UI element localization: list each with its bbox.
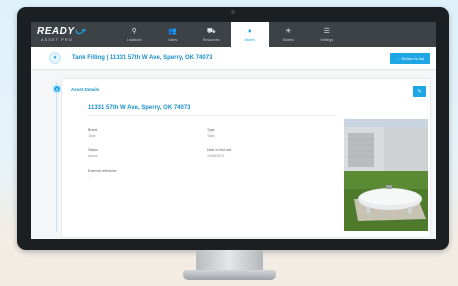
logo-swoosh-icon: ⤻ bbox=[74, 26, 86, 37]
app-screen: READY⤻ ASSET PRO ⚲ Locations 👥 Users ⛟ R… bbox=[31, 22, 436, 239]
type-value: Tank bbox=[207, 134, 215, 138]
type-label: Type bbox=[207, 128, 215, 132]
asset-photo-image bbox=[344, 119, 428, 231]
logo-subtitle: ASSET PRO bbox=[41, 37, 73, 42]
nav-item-locations[interactable]: ⚲ Locations bbox=[115, 22, 154, 47]
nav-item-resources[interactable]: ⛟ Resources bbox=[192, 22, 231, 47]
monitor-stand bbox=[196, 250, 263, 272]
nav-label: Assets bbox=[244, 37, 255, 42]
date-first-use-value: 10/08/2021 bbox=[207, 154, 225, 158]
lightbulb-icon: ☀ bbox=[285, 27, 292, 35]
nav-item-assets[interactable]: ♦ Assets bbox=[230, 22, 269, 47]
page-header: ♦ Tank Filling | 11331 57th W Ave, Sperr… bbox=[31, 47, 436, 70]
users-icon: 👥 bbox=[168, 27, 178, 35]
nav-item-shares[interactable]: ☀ Shares bbox=[269, 22, 308, 47]
truck-icon: ⛟ bbox=[206, 27, 216, 35]
page-title: Tank Filling | 11331 57th W Ave, Sperry,… bbox=[72, 55, 213, 61]
nav-label: Locations bbox=[126, 37, 142, 42]
monitor-frame: READY⤻ ASSET PRO ⚲ Locations 👥 Users ⛟ R… bbox=[17, 7, 449, 250]
status-label: Status bbox=[88, 148, 98, 152]
info-icon: ℹ bbox=[52, 84, 62, 94]
content-area: ℹ Asset Details ✎ 11331 57th W Ave, Sper… bbox=[31, 70, 436, 239]
app-logo[interactable]: READY⤻ ASSET PRO bbox=[31, 22, 95, 47]
nav-item-users[interactable]: 👥 Users bbox=[154, 22, 193, 47]
brand-label: Brand bbox=[88, 128, 98, 132]
nav-label: Settings bbox=[320, 37, 334, 42]
date-first-use-label: Date of first use bbox=[207, 148, 232, 152]
asset-photo[interactable] bbox=[344, 119, 428, 231]
webcam bbox=[231, 10, 235, 14]
nav-label: Resources bbox=[202, 37, 220, 42]
sliders-icon: ☰ bbox=[323, 27, 330, 35]
section-title: Asset Details bbox=[71, 87, 100, 92]
external-reference-value: - bbox=[88, 175, 90, 179]
status-value: Active bbox=[88, 154, 98, 158]
top-navigation: READY⤻ ASSET PRO ⚲ Locations 👥 Users ⛟ R… bbox=[31, 22, 436, 47]
timeline-line bbox=[56, 82, 57, 232]
edit-button[interactable]: ✎ bbox=[413, 86, 426, 97]
external-reference-label: External reference bbox=[88, 169, 117, 173]
asset-address: 11331 57th W Ave, Sperry, OK 74073 bbox=[88, 105, 191, 111]
nav-label: Users bbox=[168, 37, 178, 42]
monitor-base bbox=[183, 270, 276, 280]
return-button-label: Return to list bbox=[401, 55, 424, 61]
map-pin-icon: ⚲ bbox=[131, 27, 137, 35]
asset-type-icon: ♦ bbox=[49, 52, 61, 64]
brand-value: Tank bbox=[88, 134, 96, 138]
pencil-icon: ✎ bbox=[417, 88, 422, 95]
divider bbox=[86, 115, 336, 116]
arrow-left-icon: ← bbox=[396, 55, 401, 61]
nav-label: Shares bbox=[282, 37, 294, 42]
tank-icon: ♦ bbox=[247, 27, 252, 35]
nav-item-settings[interactable]: ☰ Settings bbox=[308, 22, 347, 47]
return-to-list-button[interactable]: ← Return to list bbox=[390, 52, 430, 64]
logo-text: READY bbox=[37, 26, 75, 37]
